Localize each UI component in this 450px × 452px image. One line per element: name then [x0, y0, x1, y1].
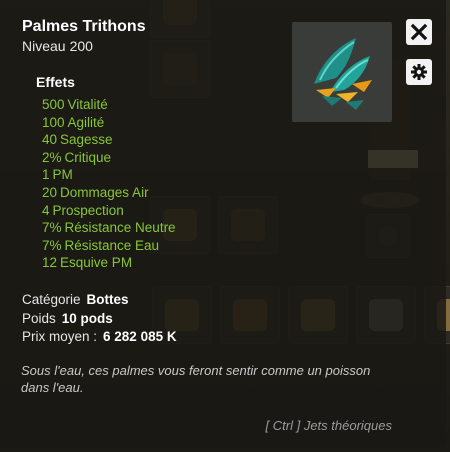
effect-amount: 20: [42, 184, 58, 200]
item-tooltip: Palmes Trithons Niveau 200 Effets 500 Vita…: [0, 0, 446, 448]
effect-amount: 40: [42, 132, 58, 148]
effect-stat: Résistance Eau: [64, 237, 160, 253]
level-label: Niveau: [22, 38, 66, 54]
effect-stat: Esquive PM: [60, 255, 133, 271]
gear-icon: [411, 64, 427, 80]
weight-value: 10 pods: [61, 311, 113, 326]
item-name: Palmes Trithons: [22, 18, 146, 35]
effect-amount: 500: [42, 97, 65, 112]
close-icon: [410, 23, 428, 41]
effect-amount: 1: [42, 167, 50, 183]
effect-stat: Agilité: [67, 114, 105, 130]
effect-line: 7% Résistance Eau: [42, 237, 176, 255]
price-value: 6 282 085 K: [103, 329, 177, 344]
theoretical-rolls-hint: [ Ctrl ] Jets théoriques: [265, 418, 392, 433]
effect-line: 7% Résistance Neutre: [42, 219, 176, 237]
price-label: Prix moyen :: [22, 329, 98, 344]
effect-stat: Prospection: [52, 202, 124, 218]
effects-heading: Effets: [36, 74, 75, 90]
close-button[interactable]: [406, 19, 432, 45]
item-level: Niveau 200: [22, 38, 93, 54]
price-row: Prix moyen : 6 282 085 K: [22, 329, 177, 344]
effect-stat: Vitalité: [67, 97, 108, 112]
effect-stat: Dommages Air: [60, 184, 149, 200]
effects-list: 500 Vitalité 100 Agilité 40 Sagesse 2% Criti…: [42, 96, 176, 272]
flippers-item-icon: [314, 38, 372, 110]
effect-amount: 12: [42, 255, 58, 271]
item-image-frame: [292, 22, 392, 122]
effect-amount: 7%: [42, 220, 62, 236]
effect-line: 1 PM: [42, 166, 176, 184]
effect-stat: PM: [52, 167, 73, 183]
effect-line: 4 Prospection: [42, 202, 176, 220]
effect-amount: 100: [42, 114, 65, 130]
category-row: Catégorie Bottes: [22, 292, 129, 307]
effect-line: 20 Dommages Air: [42, 184, 176, 202]
effect-amount: 7%: [42, 237, 62, 253]
effect-line: 500 Vitalité: [42, 96, 176, 114]
effect-amount: 2%: [42, 149, 62, 165]
effect-amount: 4: [42, 202, 50, 218]
effect-line: 12 Esquive PM: [42, 254, 176, 272]
effect-stat: Résistance Neutre: [64, 220, 176, 236]
weight-row: Poids 10 pods: [22, 311, 113, 326]
settings-button[interactable]: [406, 59, 432, 85]
effect-line: 40 Sagesse: [42, 131, 176, 149]
level-value: 200: [69, 38, 93, 54]
effect-stat: Sagesse: [60, 132, 113, 148]
category-value: Bottes: [86, 292, 129, 307]
category-label: Catégorie: [22, 292, 81, 307]
effect-line: 100 Agilité: [42, 114, 176, 132]
weight-label: Poids: [22, 311, 56, 326]
item-description: Sous l'eau, ces palmes vous feront senti…: [21, 363, 371, 395]
effect-stat: Critique: [64, 149, 112, 165]
effect-line: 2% Critique: [42, 149, 176, 167]
